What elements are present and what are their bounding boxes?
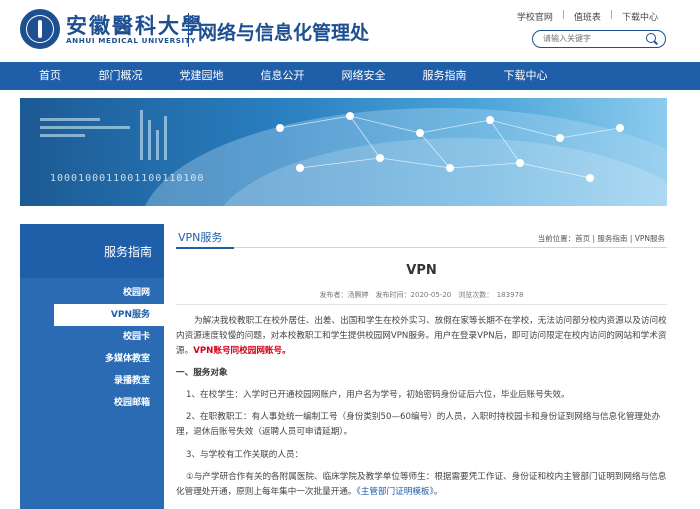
banner-image: 1000100011001100110100 [20, 98, 667, 206]
network-globe-illustration [40, 108, 667, 206]
sidebar-item-campus-network[interactable]: 校园网 [20, 282, 164, 304]
article-paragraph-intro: 为解决我校教职工在校外居住、出差、出国和学生在校外实习、放假在家等长期不在学校，… [176, 314, 667, 359]
sidebar-item-label: 校园邮箱 [113, 398, 150, 408]
university-logo-icon[interactable] [20, 9, 60, 49]
breadcrumb[interactable]: 当前位置：首页 | 服务指南 | VPN服务 [538, 233, 665, 244]
sidebar-item-label: 校园卡 [122, 332, 150, 342]
nav-item-overview[interactable]: 部门概况 [80, 62, 161, 90]
search-box [532, 30, 666, 48]
sidebar-item-vpn[interactable]: VPN服务 [54, 304, 164, 326]
content-header: VPN服务 当前位置：首页 | 服务指南 | VPN服务 [175, 224, 667, 249]
sidebar-item-label: 多媒体教室 [104, 354, 150, 364]
nav-item-home[interactable]: 首页 [20, 62, 80, 90]
sidebar-item-campus-card[interactable]: 校园卡 [20, 326, 164, 348]
search-icon[interactable] [646, 33, 656, 43]
nav-item-party[interactable]: 党建园地 [161, 62, 242, 90]
site-header: 安徽醫科大學 ANHUI MEDICAL UNIVERSITY 网络与信息化管理… [0, 0, 700, 62]
meta-divider [176, 304, 667, 305]
nav-item-service[interactable]: 服务指南 [404, 62, 485, 90]
proof-template-link[interactable]: 《主管部门证明模板》 [356, 487, 433, 497]
sidebar-item-recording[interactable]: 录播教室 [20, 370, 164, 392]
sidebar-menu: 校园网 VPN服务 校园卡 多媒体教室 录播教室 校园邮箱 [20, 278, 164, 509]
sidebar-title: 服务指南 [103, 245, 152, 259]
article-meta: 发布者：汤腾婷 发布时间：2020-05-20 浏览次数： 183978 [319, 291, 524, 299]
list-item-affiliates-sub: ①与产学研合作有关的各附属医院、临床学院及教学单位等师生：根据需要凭工作证、身份… [176, 470, 667, 500]
top-links: 学校官网 | 值班表 | 下载中心 [508, 10, 667, 23]
sidebar-item-multimedia[interactable]: 多媒体教室 [20, 348, 164, 370]
department-title[interactable]: 网络与信息化管理处 [198, 18, 369, 45]
search-input[interactable] [543, 32, 643, 45]
section-title: VPN服务 [175, 231, 235, 249]
intro-highlight: VPN账号同校园网账号。 [193, 346, 291, 356]
list-item-students: 1、在校学生：入学时已开通校园网账户，用户名为学号，初始密码身份证后六位，毕业后… [186, 390, 570, 400]
sidebar-item-label: 校园网 [122, 288, 150, 298]
top-link-download[interactable]: 下载中心 [613, 10, 667, 23]
sidebar-header: 服务指南 [20, 224, 164, 278]
nav-item-info[interactable]: 信息公开 [242, 62, 323, 90]
top-link-duty-roster[interactable]: 值班表 [565, 10, 610, 23]
section-heading-service-targets: 一、服务对象 [176, 368, 228, 378]
affiliates-end: 。 [433, 487, 443, 497]
article-title: VPN [406, 263, 437, 278]
nav-item-download[interactable]: 下载中心 [485, 62, 566, 90]
top-link-school-site[interactable]: 学校官网 [508, 10, 562, 23]
sidebar-item-label: VPN服务 [110, 310, 150, 320]
nav-item-security[interactable]: 网络安全 [323, 62, 404, 90]
header-divider [188, 13, 189, 47]
sidebar-item-label: 录播教室 [113, 376, 150, 386]
list-item-staff: 2、在职教职工：有人事处统一编制工号（身份类别50—60编号）的人员，入职时持校… [176, 412, 661, 437]
university-name-en: ANHUI MEDICAL UNIVERSITY [66, 36, 197, 45]
main-nav: 首页 部门概况 党建园地 信息公开 网络安全 服务指南 下载中心 [0, 62, 700, 90]
banner-binary-text: 1000100011001100110100 [50, 173, 205, 184]
sidebar-item-email[interactable]: 校园邮箱 [20, 392, 164, 414]
list-item-affiliates: 3、与学校有工作关联的人员： [186, 450, 304, 460]
